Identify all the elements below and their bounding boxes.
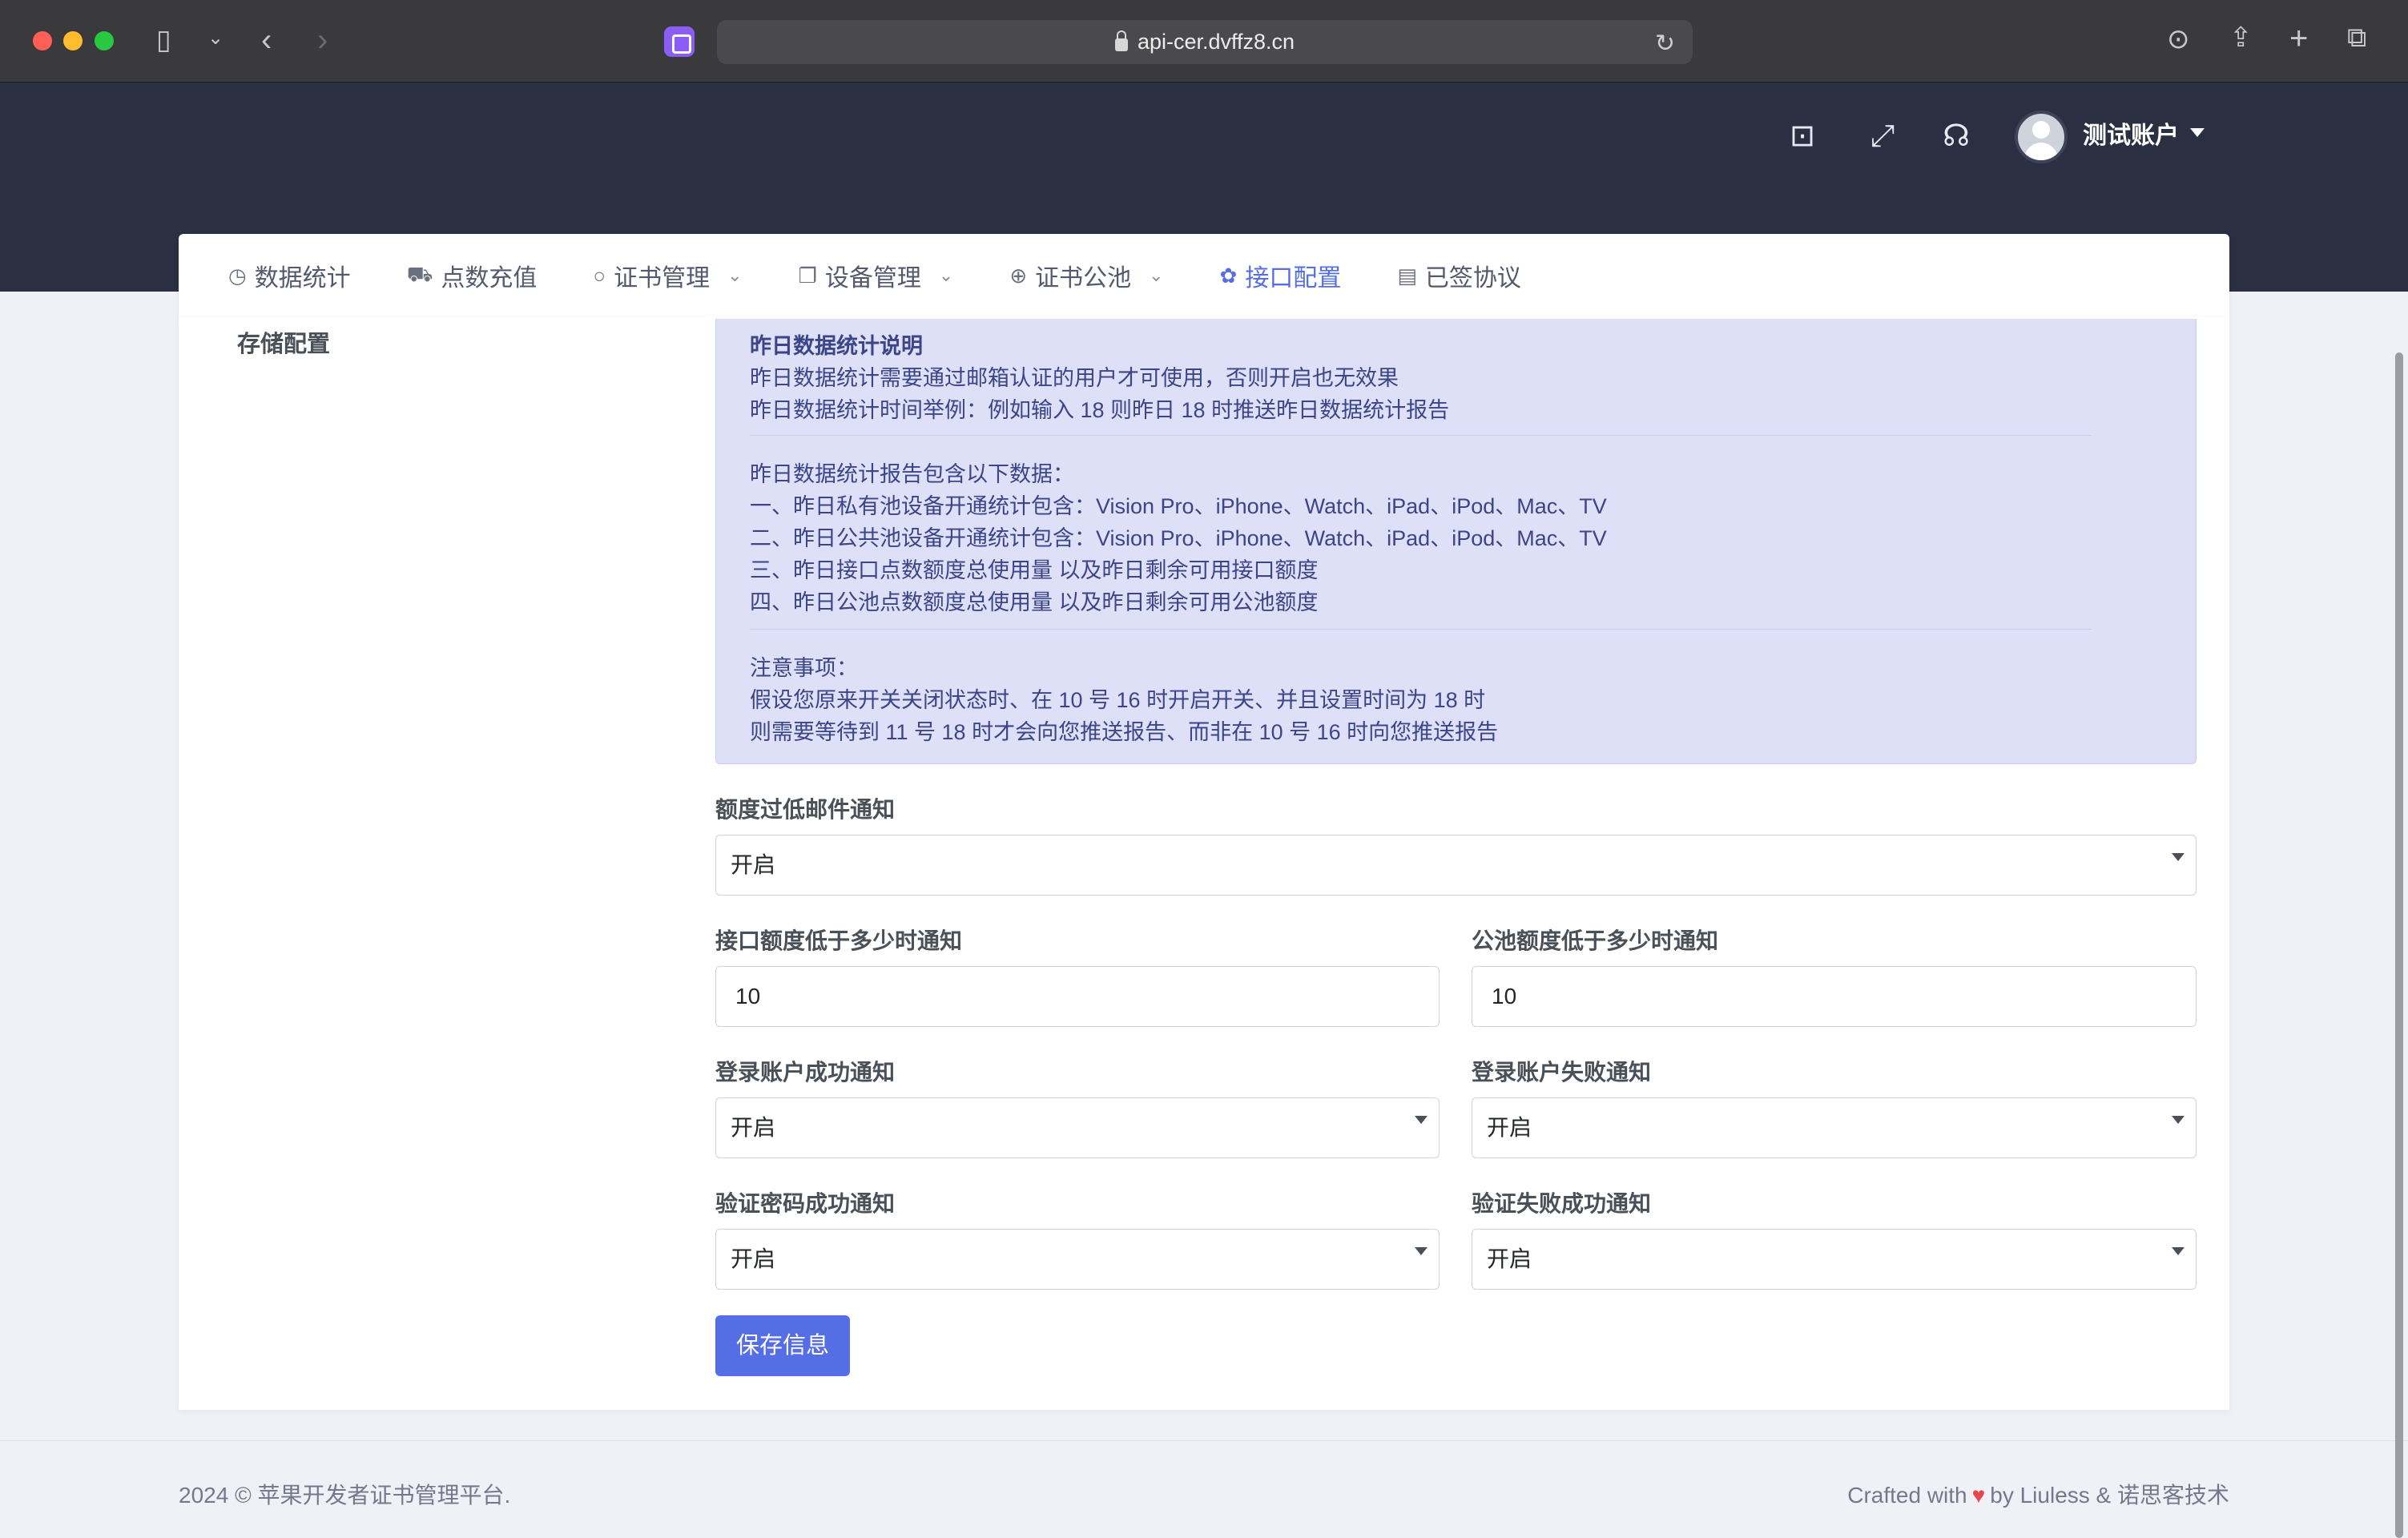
- reload-icon[interactable]: ↻: [1655, 30, 1675, 58]
- cart-icon: ⛟: [406, 261, 433, 286]
- nav-item-label: 证书管理: [614, 265, 711, 292]
- chevron-down-icon: ⌄: [1149, 265, 1164, 285]
- notice-line: 一、昨日私有池设备开通统计包含：Vision Pro、iPhone、Watch、…: [750, 494, 1607, 518]
- puzzle-icon: ✿: [1219, 263, 1238, 288]
- nav-item-cert-management[interactable]: ○ 证书管理 ⌄: [593, 258, 742, 293]
- top-nav: ◷ 数据统计 ⛟ 点数充值 ○ 证书管理 ⌄ ❐ 设备管理 ⌄ ⊕ 证书公池 ⌄…: [179, 234, 2229, 317]
- notice-line: 二、昨日公共池设备开通统计包含：Vision Pro、iPhone、Watch、…: [750, 526, 1607, 550]
- select-value: 开启: [731, 1246, 776, 1271]
- browser-toolbar: ▯ ⌄ ‹ › api-cer.dvffz8.cn ↻ ⊙ ⇪ + ⧉: [0, 0, 2408, 83]
- plus-circle-icon: ⊕: [1009, 263, 1028, 288]
- save-button[interactable]: 保存信息: [715, 1315, 850, 1376]
- notice-line: 四、昨日公池点数额度总使用量 以及昨日剩余可用公池额度: [750, 590, 1319, 614]
- stats-notice-box: 昨日数据统计说明 昨日数据统计需要通过邮箱认证的用户才可使用，否则开启也无效果 …: [715, 319, 2197, 764]
- divider: [750, 435, 2092, 436]
- sidebar-item-storage-config[interactable]: 存储配置: [237, 325, 330, 359]
- download-icon[interactable]: ⊙: [2167, 26, 2190, 53]
- api-quota-threshold-input[interactable]: 10: [715, 966, 1440, 1027]
- notice-line: 注意事项：: [750, 656, 858, 680]
- nav-item-label: 数据统计: [254, 265, 351, 292]
- nav-item-label: 设备管理: [824, 265, 921, 292]
- footer-copyright: 2024 © 苹果开发者证书管理平台.: [179, 1483, 511, 1508]
- caret-down-icon[interactable]: [2190, 128, 2205, 137]
- login-success-label: 登录账户成功通知: [715, 1060, 896, 1085]
- lock-icon: [1114, 30, 1128, 51]
- tab-overview-icon[interactable]: ⧉: [2347, 24, 2366, 51]
- nav-item-device-management[interactable]: ❐ 设备管理 ⌄: [799, 258, 954, 293]
- select-value: 开启: [731, 1115, 776, 1140]
- low-quota-email-label: 额度过低邮件通知: [715, 797, 896, 822]
- low-quota-email-select[interactable]: 开启: [715, 835, 2197, 896]
- user-menu-name[interactable]: 测试账户: [2083, 119, 2179, 154]
- forward-icon[interactable]: ›: [317, 24, 328, 56]
- caret-down-icon: [2172, 1247, 2185, 1255]
- chart-pie-icon: ◷: [228, 263, 247, 288]
- circle-icon: ○: [593, 263, 606, 288]
- input-value: 10: [735, 984, 761, 1009]
- chevron-down-icon: ⌄: [938, 265, 954, 285]
- archive-download-icon[interactable]: ⊡: [1785, 119, 1820, 154]
- minimize-window-button[interactable]: [63, 31, 83, 50]
- avatar[interactable]: [2015, 111, 2068, 163]
- url-text: api-cer.dvffz8.cn: [1137, 30, 1295, 54]
- caret-down-icon: [2172, 1116, 2185, 1124]
- verify-fail-select[interactable]: 开启: [1472, 1229, 2197, 1290]
- chevron-down-icon[interactable]: ⌄: [207, 29, 223, 48]
- select-value: 开启: [731, 852, 776, 877]
- close-window-button[interactable]: [33, 31, 52, 50]
- nav-item-api-config[interactable]: ✿ 接口配置: [1220, 258, 1342, 293]
- copy-icon: ❐: [798, 263, 817, 288]
- notice-title: 昨日数据统计说明: [750, 334, 923, 358]
- notice-line: 则需要等待到 11 号 18 时才会向您推送报告、而非在 10 号 16 时向您…: [750, 720, 1499, 744]
- sidebar-toggle-icon[interactable]: ▯: [156, 26, 171, 54]
- caret-down-icon: [1415, 1116, 1427, 1124]
- pool-quota-threshold-label: 公池额度低于多少时通知: [1472, 928, 1719, 953]
- address-bar[interactable]: api-cer.dvffz8.cn ↻: [717, 20, 1693, 64]
- footer-credits: Crafted with ♥ by Liuless & 诺思客技术: [1847, 1478, 2229, 1510]
- nav-item-label: 接口配置: [1245, 265, 1342, 292]
- heart-icon: ♥: [1971, 1483, 1986, 1508]
- api-quota-threshold-label: 接口额度低于多少时通知: [715, 928, 963, 953]
- headset-icon[interactable]: ☊: [1939, 119, 1974, 154]
- nav-item-label: 点数充值: [441, 265, 538, 292]
- verify-password-success-select[interactable]: 开启: [715, 1229, 1440, 1290]
- share-icon[interactable]: ⇪: [2229, 24, 2253, 51]
- caret-down-icon: [2172, 853, 2185, 861]
- back-icon[interactable]: ‹: [261, 24, 272, 56]
- fullscreen-icon[interactable]: ⤢: [1865, 119, 1900, 154]
- notice-line: 昨日数据统计报告包含以下数据：: [750, 462, 1074, 486]
- nav-item-label: 证书公池: [1035, 265, 1132, 292]
- nav-item-recharge[interactable]: ⛟ 点数充值: [407, 258, 538, 293]
- new-tab-icon[interactable]: +: [2289, 22, 2308, 54]
- caret-down-icon: [1415, 1247, 1427, 1255]
- select-value: 开启: [1487, 1115, 1532, 1140]
- page-scrollbar[interactable]: [2395, 352, 2403, 1538]
- login-success-select[interactable]: 开启: [715, 1097, 1440, 1158]
- verify-password-success-label: 验证密码成功通知: [715, 1191, 896, 1216]
- nav-item-label: 已签协议: [1424, 265, 1521, 292]
- login-fail-select[interactable]: 开启: [1472, 1097, 2197, 1158]
- footer-credits-prefix: Crafted with: [1847, 1483, 1967, 1508]
- divider: [750, 629, 2092, 630]
- nav-item-cert-pool[interactable]: ⊕ 证书公池 ⌄: [1009, 258, 1163, 293]
- zoom-window-button[interactable]: [95, 31, 114, 50]
- document-icon: ▤: [1397, 263, 1417, 288]
- verify-fail-label: 验证失败成功通知: [1472, 1191, 1652, 1216]
- extension-icon[interactable]: [664, 26, 695, 57]
- notice-line: 昨日数据统计时间举例：例如输入 18 则昨日 18 时推送昨日数据统计报告: [750, 398, 1450, 422]
- notice-line: 假设您原来开关关闭状态时、在 10 号 16 时开启开关、并且设置时间为 18 …: [750, 688, 1486, 712]
- notice-line: 三、昨日接口点数额度总使用量 以及昨日剩余可用接口额度: [750, 558, 1319, 582]
- pool-quota-threshold-input[interactable]: 10: [1472, 966, 2197, 1027]
- nav-item-data-stats[interactable]: ◷ 数据统计: [228, 258, 351, 293]
- footer-credits-suffix: by Liuless & 诺思客技术: [1990, 1483, 2229, 1508]
- nav-item-signed-agreements[interactable]: ▤ 已签协议: [1397, 258, 1521, 293]
- input-value: 10: [1492, 984, 1517, 1009]
- notice-line: 昨日数据统计需要通过邮箱认证的用户才可使用，否则开启也无效果: [750, 366, 1399, 390]
- select-value: 开启: [1487, 1246, 1532, 1271]
- login-fail-label: 登录账户失败通知: [1472, 1060, 1652, 1085]
- chevron-down-icon: ⌄: [727, 265, 743, 285]
